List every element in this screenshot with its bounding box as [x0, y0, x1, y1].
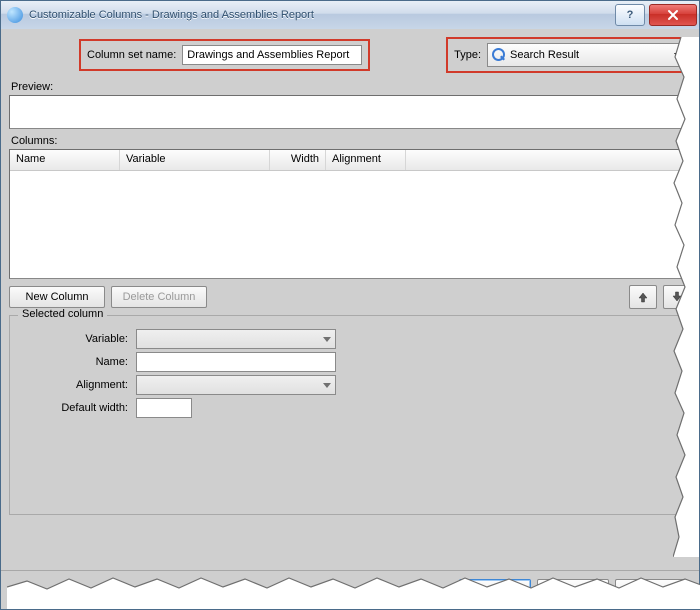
- default-width-label: Default width:: [18, 402, 136, 414]
- titlebar-close-button[interactable]: [649, 4, 697, 26]
- column-header-spacer: [406, 150, 690, 170]
- client-area: Column set name: Type: Search Result Pre…: [1, 29, 699, 609]
- row-alignment: Alignment:: [18, 375, 682, 395]
- arrow-down-icon: [671, 291, 683, 303]
- dialog-window: Customizable Columns - Drawings and Asse…: [0, 0, 700, 610]
- column-set-name-label: Column set name:: [87, 49, 176, 61]
- dialog-footer: OK Cancel Help: [1, 570, 699, 609]
- selected-column-group: Selected column Variable: Name: Alignmen…: [9, 315, 691, 515]
- chevron-down-icon: [674, 53, 682, 58]
- preview-label: Preview:: [11, 81, 691, 93]
- columns-table: Name Variable Width Alignment: [9, 149, 691, 279]
- search-icon: [492, 48, 506, 62]
- close-icon: [667, 9, 679, 21]
- column-header-alignment[interactable]: Alignment: [326, 150, 406, 170]
- window-title: Customizable Columns - Drawings and Asse…: [29, 9, 314, 21]
- alignment-dropdown[interactable]: [136, 375, 336, 395]
- ok-button[interactable]: OK: [459, 579, 531, 601]
- row-default-width: Default width:: [18, 398, 682, 418]
- titlebar-help-button[interactable]: ?: [615, 4, 645, 26]
- arrow-up-icon: [637, 291, 649, 303]
- move-up-button[interactable]: [629, 285, 657, 309]
- type-dropdown-value: Search Result: [510, 49, 670, 61]
- columns-label: Columns:: [11, 135, 691, 147]
- help-button[interactable]: Help: [615, 579, 687, 601]
- column-set-name-input[interactable]: [182, 45, 362, 65]
- highlight-column-set-name: Column set name:: [79, 39, 370, 71]
- row-name: Name:: [18, 352, 682, 372]
- columns-table-header: Name Variable Width Alignment: [10, 150, 690, 171]
- default-width-input[interactable]: [136, 398, 192, 418]
- selected-column-legend: Selected column: [18, 308, 107, 320]
- column-header-name[interactable]: Name: [10, 150, 120, 170]
- titlebar: Customizable Columns - Drawings and Asse…: [1, 1, 699, 30]
- variable-dropdown[interactable]: [136, 329, 336, 349]
- variable-label: Variable:: [18, 333, 136, 345]
- column-header-width[interactable]: Width: [270, 150, 326, 170]
- top-row: Column set name: Type: Search Result: [9, 37, 691, 73]
- chevron-down-icon: [323, 383, 331, 388]
- new-column-button[interactable]: New Column: [9, 286, 105, 308]
- type-label: Type:: [454, 49, 481, 61]
- name-input[interactable]: [136, 352, 336, 372]
- alignment-label: Alignment:: [18, 379, 136, 391]
- column-header-variable[interactable]: Variable: [120, 150, 270, 170]
- preview-box: [9, 95, 691, 129]
- type-dropdown[interactable]: Search Result: [487, 43, 687, 67]
- move-down-button[interactable]: [663, 285, 691, 309]
- app-icon: [7, 7, 23, 23]
- name-label: Name:: [18, 356, 136, 368]
- highlight-type: Type: Search Result: [446, 37, 691, 73]
- help-icon: ?: [627, 9, 634, 21]
- columns-button-row: New Column Delete Column: [9, 285, 691, 309]
- columns-table-body[interactable]: [10, 171, 690, 278]
- chevron-down-icon: [323, 337, 331, 342]
- delete-column-button: Delete Column: [111, 286, 207, 308]
- cancel-button[interactable]: Cancel: [537, 579, 609, 601]
- row-variable: Variable:: [18, 329, 682, 349]
